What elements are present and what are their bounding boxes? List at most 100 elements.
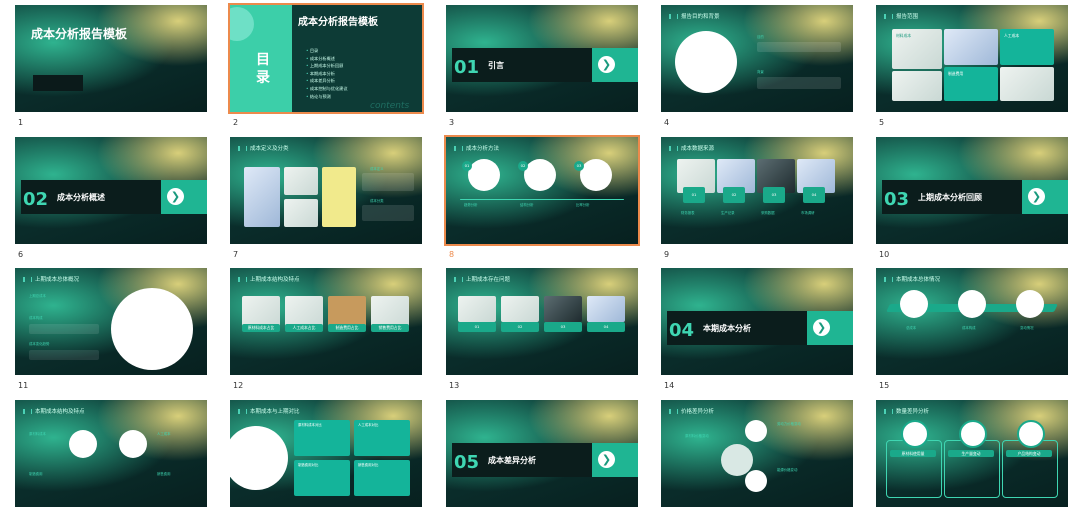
- slide-11-canvas: 上期成本总体概况 上期总成本 成本构成 成本变化趋势: [15, 268, 207, 375]
- photo: [745, 470, 767, 492]
- card-number: 02: [501, 322, 539, 332]
- toc-heading: 目录: [256, 52, 270, 86]
- slide-heading: 报告范围: [896, 14, 919, 20]
- slide-number: 15: [879, 381, 890, 390]
- step-label: 结构分析: [520, 203, 534, 207]
- step-label: 趋势分析: [464, 203, 478, 207]
- section-number: 02: [23, 189, 49, 210]
- cover-title: 成本分析报告模板: [31, 27, 128, 41]
- chevron-right-icon: ❯: [1028, 188, 1045, 205]
- card-number: 04: [587, 322, 625, 332]
- card-label: 销售费用占比: [371, 324, 409, 332]
- photo: [284, 167, 318, 195]
- slide-heading: 本期成本结构及特点: [35, 409, 85, 415]
- slide-number: 2: [233, 118, 239, 127]
- text-lines: [29, 324, 99, 334]
- card-label: 销售费用: [157, 472, 171, 476]
- slide-number: 10: [879, 250, 890, 259]
- slide-heading: 价格差异分析: [681, 409, 715, 415]
- sub-heading: 目的: [757, 35, 764, 39]
- card-label: 人工成本对比: [358, 423, 379, 427]
- slide-number: 3: [449, 118, 455, 127]
- slide-number: 14: [664, 381, 675, 390]
- slide-number: 6: [18, 250, 24, 259]
- slide-number: 4: [664, 118, 670, 127]
- photo: [745, 420, 767, 442]
- tag: 人工成本: [1004, 33, 1020, 38]
- chart-image: [69, 430, 97, 458]
- slide-12-canvas: 上期成本结构及特点 原材料成本占比 人工成本占比 制造费用占比 销售费用占比: [230, 268, 422, 375]
- card-outline: [886, 440, 942, 498]
- slide-6-canvas: 02 成本分析概述 ❯: [15, 137, 207, 244]
- photo: [901, 420, 929, 448]
- spreadsheet-image: [244, 167, 280, 227]
- photo: [944, 29, 998, 65]
- card-label: 销售费用对比: [358, 463, 379, 467]
- section-number: 05: [454, 452, 480, 473]
- photo: [284, 199, 318, 227]
- slide-18-canvas: 05 成本差异分析 ❯: [446, 400, 638, 507]
- slide-number: 5: [879, 118, 885, 127]
- section-title: 本期成本分析: [703, 324, 751, 333]
- card-label: 产品结构变动: [1006, 450, 1052, 457]
- card-label: 财务报表: [681, 211, 695, 215]
- section-number: 01: [454, 57, 480, 78]
- slide-heading: 报告目的和背景: [681, 14, 720, 20]
- card-label: 原材料使用量: [890, 450, 936, 457]
- tag: 成本分类: [370, 199, 384, 203]
- chevron-right-icon: ❯: [813, 319, 830, 336]
- clipboard-icon: [1017, 420, 1045, 448]
- timeline: [460, 199, 624, 200]
- toc-item: 结论与预测: [306, 93, 348, 101]
- toc-item: 成本差异分析: [306, 77, 348, 85]
- toc-list: 目录 成本分析概述 上期成本分析回顾 本期成本分析 成本差异分析 成本控制与优化…: [306, 47, 348, 100]
- chart-photo: [230, 426, 288, 490]
- chevron-right-icon: ❯: [167, 188, 184, 205]
- photo: [458, 296, 496, 322]
- slide-number: 13: [449, 381, 460, 390]
- sub-heading: 背景: [757, 70, 764, 74]
- slide-heading: 成本数据来源: [681, 146, 715, 152]
- step-image: [468, 159, 500, 191]
- step-badge: 03: [574, 161, 584, 171]
- card-label: 变动情况: [1020, 326, 1034, 330]
- section-number: 04: [669, 320, 695, 341]
- slide-9-canvas: 成本数据来源 01 02 03 04 财务报表 生产记录 采购数据 市场调研: [661, 137, 853, 244]
- text-lines: [757, 77, 841, 89]
- slide-heading: 数量差异分析: [896, 409, 930, 415]
- toc-item: 成本控制与优化建议: [306, 85, 348, 93]
- slide-19-canvas: 价格差异分析 原材料价格变动 劳动力价格变动 能源价格变动: [661, 400, 853, 507]
- card-label: 总成本: [906, 326, 917, 330]
- slide-number: 8: [449, 250, 455, 259]
- slide-14-canvas: 04 本期成本分析 ❯: [661, 268, 853, 375]
- card-label: 原材料成本占比: [242, 324, 280, 332]
- card-label: 劳动力价格变动: [777, 422, 801, 426]
- slide-3-canvas: 01 引言 ❯: [446, 5, 638, 112]
- photo: [119, 430, 147, 458]
- slide-5-canvas: 报告范围 材料成本 人工成本 制造费用: [876, 5, 1068, 112]
- slide-20-canvas: 数量差异分析 原材料使用量 生产量变动 产品结构变动: [876, 400, 1068, 507]
- step-image: [524, 159, 556, 191]
- card-number: 01: [458, 322, 496, 332]
- toc-item: 成本分析概述: [306, 55, 348, 63]
- slide-heading: 成本分析方法: [466, 146, 500, 152]
- section-title: 成本分析概述: [57, 193, 105, 202]
- card-number: 03: [544, 322, 582, 332]
- slide-heading: 上期成本存在问题: [466, 277, 511, 283]
- cover-bar: [33, 75, 83, 91]
- slide-13-canvas: 上期成本存在问题 01 02 03 04: [446, 268, 638, 375]
- photo: [587, 296, 625, 322]
- photo: [501, 296, 539, 322]
- card-label: 人工成本占比: [285, 324, 323, 332]
- card-number: 02: [723, 187, 745, 203]
- illustration: [322, 167, 356, 227]
- text-lines: [29, 350, 99, 360]
- chevron-right-icon: ❯: [598, 451, 615, 468]
- photo: [958, 290, 986, 318]
- infographic-image: [675, 31, 737, 93]
- card-label: 制造费用对比: [298, 463, 319, 467]
- slide-heading: 本期成本总体情况: [896, 277, 941, 283]
- step-badge: 02: [518, 161, 528, 171]
- document-icon: [580, 159, 612, 191]
- step-badge: 01: [462, 161, 472, 171]
